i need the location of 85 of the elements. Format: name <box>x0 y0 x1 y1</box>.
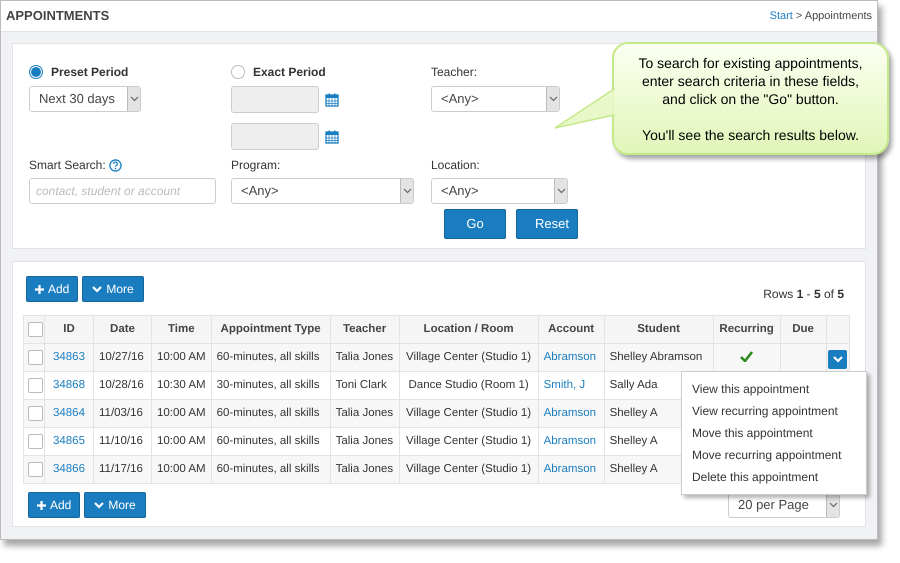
smart-search-label: Smart Search: <box>29 157 106 174</box>
add-button[interactable]: Add <box>28 492 80 518</box>
period-radio[interactable]: Exact Period <box>231 63 326 81</box>
menu-item[interactable]: Move this appointment <box>682 422 866 444</box>
teacher-label: Teacher: <box>431 64 478 81</box>
table-cell: 11/03/16 <box>99 406 143 419</box>
menu-item[interactable]: Move recurring appointment <box>682 444 866 466</box>
caret-icon <box>546 87 559 111</box>
plus-icon <box>37 500 46 510</box>
reset-button[interactable]: Reset <box>516 209 578 239</box>
table-cell: Village Center (Studio 1) <box>406 462 532 475</box>
caret-icon <box>400 179 413 203</box>
smart-search-field[interactable]: contact, student or account <box>29 178 216 204</box>
caret-icon <box>554 179 567 203</box>
menu-item[interactable]: Delete this appointment <box>682 466 866 488</box>
table-cell: Village Center (Studio 1) <box>406 434 532 447</box>
table-cell: Shelley A <box>610 462 658 475</box>
more-button[interactable]: More <box>82 276 144 302</box>
checkbox[interactable] <box>28 462 43 477</box>
table-cell: 30-minutes, all skills <box>216 378 320 391</box>
breadcrumb-current: > Appointments <box>796 8 872 24</box>
program-label: Program: <box>231 157 282 174</box>
end-date-field[interactable] <box>231 123 319 150</box>
table-cell: Shelley A <box>610 434 658 447</box>
program-dropdown[interactable]: <Any> <box>231 178 414 204</box>
table-cell: 11/17/16 <box>99 462 143 475</box>
table-cell: Toni Clark <box>336 378 387 391</box>
help-icon[interactable] <box>108 158 122 172</box>
table-cell: 60-minutes, all skills <box>216 462 320 475</box>
callout-text: To search for existing appointments, <box>638 54 863 72</box>
checkbox[interactable] <box>28 434 43 449</box>
rows-count: Rows 1 - 5 of 5 <box>763 286 844 303</box>
period-dropdown[interactable]: Next 30 days <box>29 86 141 112</box>
table-cell: Talia Jones <box>336 434 394 447</box>
add-button[interactable]: Add <box>26 276 78 302</box>
table-cell: Sally Ada <box>610 378 658 391</box>
teacher-dropdown[interactable]: <Any> <box>431 86 560 112</box>
table-cell: 10:30 AM <box>157 378 206 391</box>
page-title: APPOINTMENTS <box>6 7 110 26</box>
menu-item[interactable]: View this appointment <box>682 378 866 400</box>
start-date-field[interactable] <box>231 86 319 113</box>
table-cell: 60-minutes, all skills <box>216 406 320 419</box>
calendar-icon[interactable] <box>325 92 339 106</box>
table-cell: Shelley Abramson <box>610 350 702 363</box>
table-cell: Shelley A <box>610 406 658 419</box>
table-cell: 10:00 AM <box>157 462 206 475</box>
callout-text: enter search criteria in these fields, <box>642 72 860 90</box>
chevron-down-icon <box>92 286 102 292</box>
table-cell: Talia Jones <box>336 462 394 475</box>
table-cell: 10/28/16 <box>99 378 144 391</box>
go-button[interactable]: Go <box>444 209 506 239</box>
table-cell: 10:00 AM <box>157 350 206 363</box>
callout-text: You'll see the search results below. <box>642 126 859 144</box>
column-header[interactable]: Appointment Type <box>211 316 330 344</box>
chevron-down-icon <box>832 356 843 364</box>
checkbox[interactable] <box>28 406 43 421</box>
table-cell: Talia Jones <box>336 350 394 363</box>
chevron-down-icon <box>94 502 104 508</box>
table-cell: 60-minutes, all skills <box>216 434 320 447</box>
table-cell: 10:00 AM <box>157 406 206 419</box>
period-radio[interactable]: Preset Period <box>29 63 128 81</box>
table-cell: 10/27/16 <box>99 350 144 363</box>
table-cell: Dance Studio (Room 1) <box>408 378 529 391</box>
table-cell: Village Center (Studio 1) <box>406 406 532 419</box>
caret-icon <box>127 87 140 111</box>
column-header[interactable]: Location / Room <box>399 316 538 344</box>
table-cell: 10:00 AM <box>157 434 206 447</box>
location-dropdown[interactable]: <Any> <box>431 178 568 204</box>
table-cell: Village Center (Studio 1) <box>406 350 532 363</box>
row-menu-button[interactable] <box>828 350 848 370</box>
table-cell: Talia Jones <box>336 406 394 419</box>
location-label: Location: <box>431 157 481 174</box>
checkmark-icon <box>740 351 754 362</box>
more-button[interactable]: More <box>84 492 146 518</box>
checkbox[interactable] <box>28 378 43 393</box>
checkbox[interactable] <box>28 322 43 337</box>
calendar-icon[interactable] <box>325 130 339 144</box>
caret-icon <box>826 493 839 517</box>
checkbox[interactable] <box>28 350 43 365</box>
callout-text: and click on the "Go" button. <box>662 90 839 108</box>
table-cell: 11/10/16 <box>99 434 143 447</box>
breadcrumb-link[interactable]: Start <box>770 8 793 24</box>
menu-item[interactable]: View recurring appointment <box>682 400 866 422</box>
table-cell: 60-minutes, all skills <box>216 350 320 363</box>
plus-icon <box>35 284 44 294</box>
